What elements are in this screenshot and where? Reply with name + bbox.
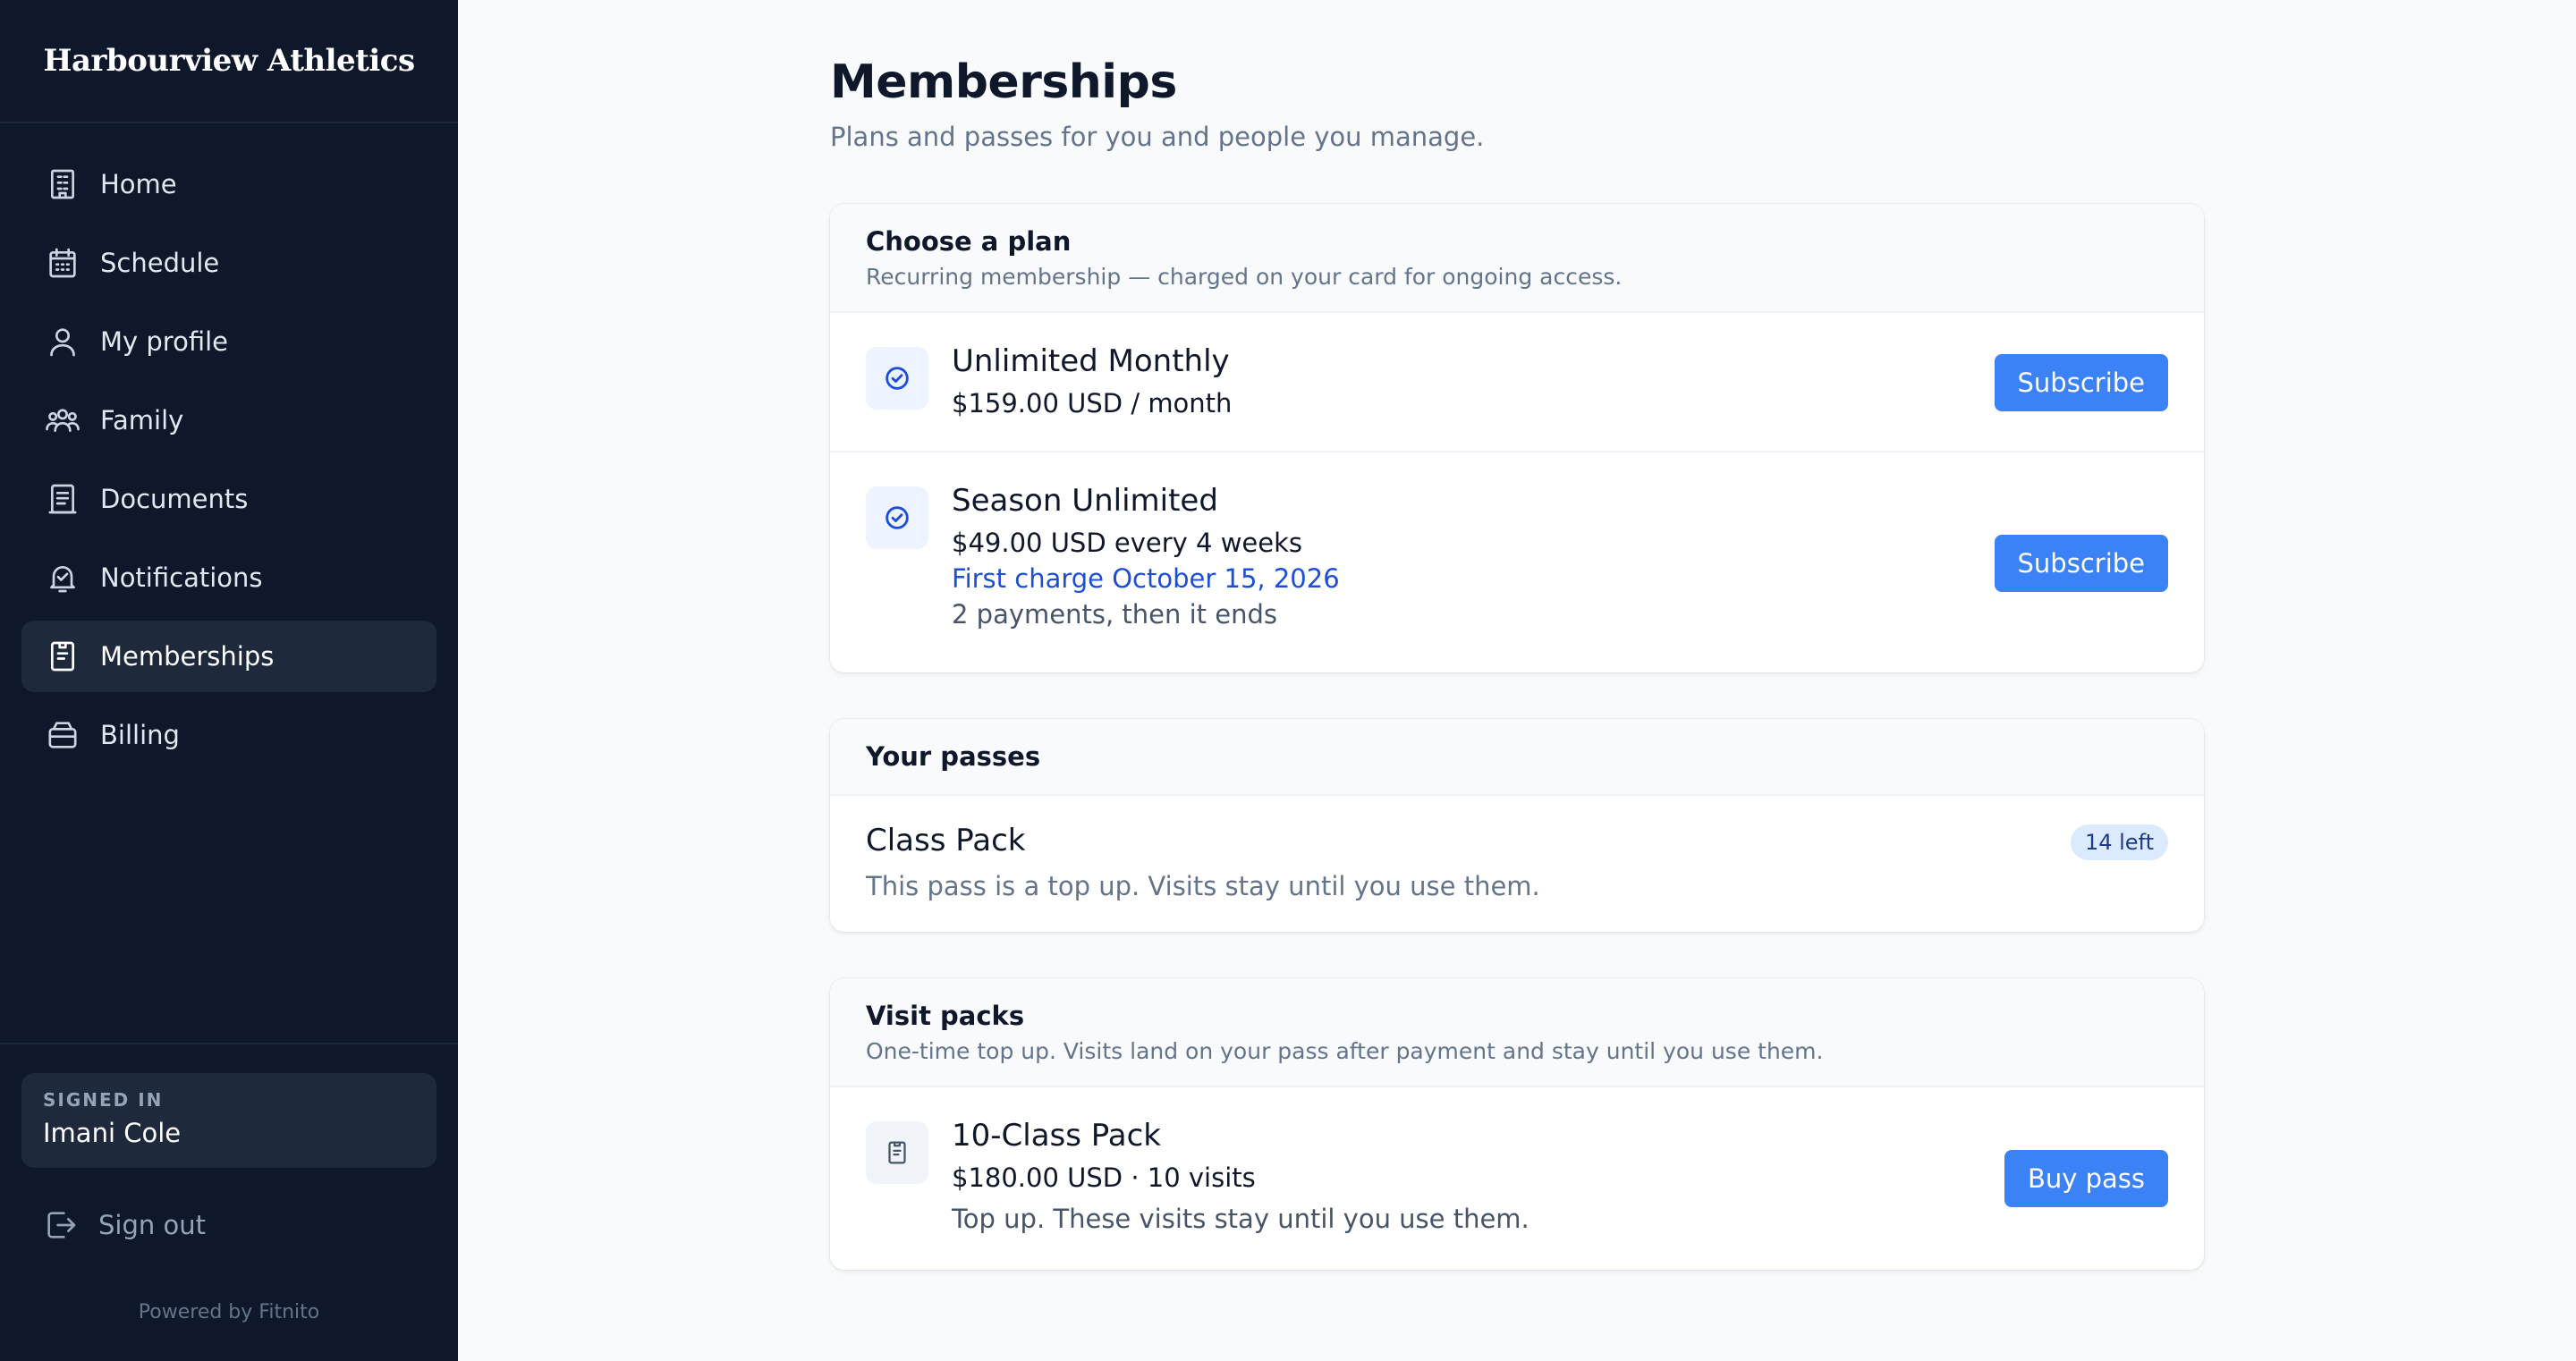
plan-price: $49.00 USD every 4 weeks xyxy=(952,528,1302,558)
calendar-icon xyxy=(49,248,76,278)
pack-note: Top up. These visits stay until you use … xyxy=(952,1204,1530,1234)
page-title: Memberships xyxy=(830,55,1177,109)
visit-packs-heading: Visit packs xyxy=(866,1000,1025,1031)
page-subtitle: Plans and passes for you and people you … xyxy=(830,122,1485,152)
visit-pack-row: 10-Class Pack $180.00 USD · 10 visits To… xyxy=(830,1087,2204,1270)
wallet-icon xyxy=(48,722,77,748)
visits-left-badge: 14 left xyxy=(2070,824,2168,860)
clipboard-icon xyxy=(888,1141,906,1164)
subscribe-button[interactable]: Subscribe xyxy=(1994,535,2168,592)
bell-icon xyxy=(50,566,75,593)
plan-row: Unlimited Monthly $159.00 USD / month Su… xyxy=(830,313,2204,452)
plan-name: Unlimited Monthly xyxy=(952,343,1230,379)
pack-name: 10-Class Pack xyxy=(952,1118,1161,1154)
sidebar-item-label: Notifications xyxy=(100,562,263,593)
document-icon xyxy=(48,484,77,514)
sidebar-nav: Home Schedule My profile Family Document… xyxy=(0,123,458,771)
passes-heading: Your passes xyxy=(866,741,1041,772)
signed-in-name: Imani Cole xyxy=(43,1118,182,1148)
plan-text: Season Unlimited $49.00 USD every 4 week… xyxy=(952,483,1340,630)
signed-in-caption: SIGNED IN xyxy=(43,1089,164,1111)
powered-by: Powered by Fitnito xyxy=(138,1301,320,1323)
buy-pass-button[interactable]: Buy pass xyxy=(2004,1150,2168,1207)
visit-packs-subheading: One-time top up. Visits land on your pas… xyxy=(866,1037,1824,1064)
pass-row: Class Pack 14 left This pass is a top up… xyxy=(830,796,2204,932)
sidebar-item-label: My profile xyxy=(100,326,229,357)
sidebar-item-home[interactable]: Home xyxy=(21,148,436,220)
sidebar-item-label: Documents xyxy=(100,484,249,514)
brand-name[interactable]: Harbourview Athletics xyxy=(43,43,415,79)
sign-out-button[interactable]: Sign out xyxy=(43,1207,206,1243)
sign-out-icon xyxy=(47,1212,76,1238)
check-circle-icon xyxy=(886,367,909,390)
plans-heading: Choose a plan xyxy=(866,225,1072,257)
pack-text: 10-Class Pack $180.00 USD · 10 visits To… xyxy=(952,1118,1530,1234)
check-circle-icon xyxy=(886,506,909,529)
plan-first-charge: First charge October 15, 2026 xyxy=(952,563,1340,594)
passes-card: Your passes Class Pack 14 left This pass… xyxy=(830,719,2204,932)
sidebar-item-billing[interactable]: Billing xyxy=(21,699,436,771)
sign-out-label: Sign out xyxy=(98,1210,206,1240)
brand: Harbourview Athletics xyxy=(0,0,458,123)
users-icon xyxy=(46,409,80,432)
sidebar-item-my-profile[interactable]: My profile xyxy=(21,306,436,377)
signed-in-card: SIGNED IN Imani Cole xyxy=(21,1073,436,1168)
sidebar-item-memberships[interactable]: Memberships xyxy=(21,621,436,692)
plan-badge xyxy=(866,486,928,549)
sidebar-item-documents[interactable]: Documents xyxy=(21,463,436,535)
sidebar-item-schedule[interactable]: Schedule xyxy=(21,227,436,299)
plans-card: Choose a plan Recurring membership — cha… xyxy=(830,204,2204,672)
plans-subheading: Recurring membership — charged on your c… xyxy=(866,263,1623,290)
pack-price: $180.00 USD · 10 visits xyxy=(952,1162,1256,1193)
plan-note: 2 payments, then it ends xyxy=(952,599,1277,630)
passes-header: Your passes xyxy=(830,719,2204,796)
user-icon xyxy=(50,328,75,357)
sidebar-item-label: Home xyxy=(100,169,177,199)
plan-name: Season Unlimited xyxy=(952,483,1218,519)
plans-header: Choose a plan Recurring membership — cha… xyxy=(830,204,2204,313)
pass-name: Class Pack xyxy=(866,823,1026,858)
plan-text: Unlimited Monthly $159.00 USD / month xyxy=(952,343,1232,418)
sidebar-item-label: Billing xyxy=(100,720,180,750)
sidebar-item-family[interactable]: Family xyxy=(21,385,436,456)
sidebar-item-notifications[interactable]: Notifications xyxy=(21,542,436,613)
sidebar-item-label: Memberships xyxy=(100,641,275,672)
plan-badge xyxy=(866,347,928,410)
visit-packs-card: Visit packs One-time top up. Visits land… xyxy=(830,978,2204,1270)
pass-note: This pass is a top up. Visits stay until… xyxy=(866,871,1540,901)
pack-badge xyxy=(866,1121,928,1184)
plan-price: $159.00 USD / month xyxy=(952,388,1233,418)
plan-row: Season Unlimited $49.00 USD every 4 week… xyxy=(830,452,2204,672)
subscribe-button[interactable]: Subscribe xyxy=(1994,354,2168,411)
sidebar-item-label: Schedule xyxy=(100,248,220,278)
sidebar-divider xyxy=(0,1043,458,1044)
building-icon xyxy=(51,169,74,199)
visit-packs-header: Visit packs One-time top up. Visits land… xyxy=(830,978,2204,1087)
clipboard-icon xyxy=(51,641,74,672)
sidebar-item-label: Family xyxy=(100,405,184,435)
sidebar: Harbourview Athletics Home Schedule My p… xyxy=(0,0,458,1361)
